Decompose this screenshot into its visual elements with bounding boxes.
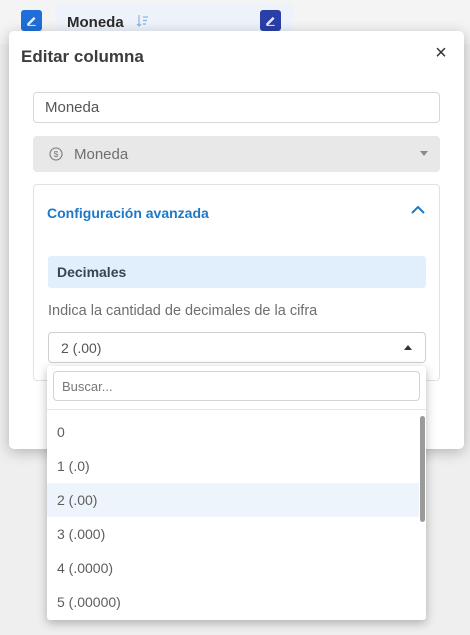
chevron-up-icon[interactable] xyxy=(411,205,425,214)
column-name-input[interactable] xyxy=(33,92,440,123)
dropdown-option[interactable]: 4 (.0000) xyxy=(47,551,419,585)
dropdown-search-area xyxy=(47,366,426,410)
edit-column-button-secondary[interactable] xyxy=(260,10,281,31)
chevron-down-icon xyxy=(420,151,428,156)
decimals-selected-value: 2 (.00) xyxy=(61,340,102,356)
dropdown-option[interactable]: 0 xyxy=(47,415,419,449)
decimals-section-header: Decimales xyxy=(48,256,426,288)
pencil-icon xyxy=(266,16,275,26)
sort-icon[interactable] xyxy=(136,14,150,28)
screen: Moneda Editar columna × $ Moneda Configu… xyxy=(0,0,470,635)
dropdown-option[interactable]: 5 (.00000) xyxy=(47,585,419,619)
column-header-title: Moneda xyxy=(67,14,124,31)
close-icon[interactable]: × xyxy=(432,43,450,63)
decimals-help-text: Indica la cantidad de decimales de la ci… xyxy=(48,303,318,319)
advanced-settings-panel: Configuración avanzada Decimales Indica … xyxy=(33,184,440,381)
dropdown-scrollbar-thumb[interactable] xyxy=(420,416,425,522)
dropdown-options-list: 0 1 (.0) 2 (.00) 3 (.000) 4 (.0000) 5 (.… xyxy=(47,415,419,619)
advanced-settings-title[interactable]: Configuración avanzada xyxy=(47,205,209,221)
dropdown-search-input[interactable] xyxy=(53,371,420,401)
dropdown-option-selected[interactable]: 2 (.00) xyxy=(47,483,419,517)
dropdown-option[interactable]: 1 (.0) xyxy=(47,449,419,483)
svg-text:$: $ xyxy=(54,149,59,159)
column-type-value: Moneda xyxy=(74,145,129,163)
pencil-icon xyxy=(27,16,36,26)
column-type-select[interactable]: $ Moneda xyxy=(33,136,440,172)
modal-title: Editar columna xyxy=(21,47,144,66)
chevron-up-icon xyxy=(404,345,412,350)
decimals-select[interactable]: 2 (.00) xyxy=(48,332,426,363)
decimals-dropdown: 0 1 (.0) 2 (.00) 3 (.000) 4 (.0000) 5 (.… xyxy=(47,366,426,620)
dropdown-option[interactable]: 3 (.000) xyxy=(47,517,419,551)
dollar-circle-icon: $ xyxy=(49,147,63,161)
edit-column-button[interactable] xyxy=(21,10,42,31)
